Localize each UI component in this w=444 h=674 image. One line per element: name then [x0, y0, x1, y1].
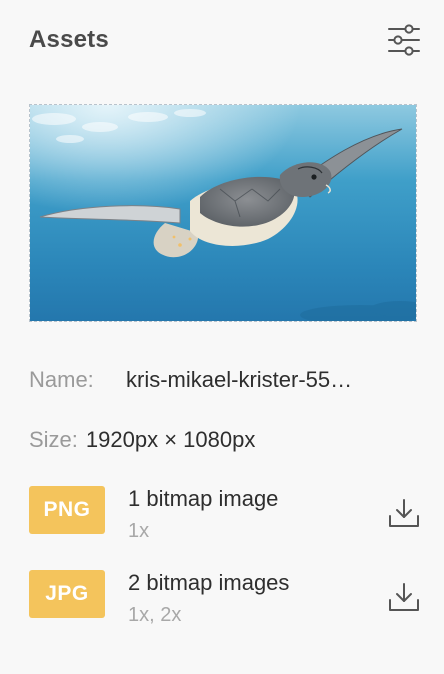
asset-name-row: Name: kris-mikael-krister-55…: [29, 367, 352, 393]
export-scales: 1x, 2x: [128, 604, 182, 626]
settings-button[interactable]: [387, 24, 421, 56]
download-jpg-button[interactable]: [387, 580, 421, 614]
export-title: 2 bitmap images: [128, 570, 290, 595]
asset-size-row: Size: 1920px × 1080px: [29, 427, 255, 453]
assets-panel: Assets Name: kris-mikael-krister-55… Siz…: [0, 0, 444, 674]
format-badge: JPG: [29, 570, 105, 618]
assets-header: Assets: [29, 24, 421, 58]
download-icon: [389, 583, 419, 611]
export-title: 1 bitmap image: [128, 486, 279, 511]
sliders-icon: [388, 24, 420, 56]
export-item-jpg: JPG 2 bitmap images 1x, 2x: [29, 570, 421, 630]
asset-name-value: kris-mikael-krister-55…: [126, 367, 353, 392]
download-icon: [389, 499, 419, 527]
asset-preview[interactable]: [29, 104, 417, 322]
export-scales: 1x: [128, 520, 150, 542]
size-label: Size:: [29, 427, 78, 452]
asset-size-value: 1920px × 1080px: [85, 427, 256, 452]
name-label: Name:: [29, 367, 94, 392]
panel-title: Assets: [29, 26, 109, 53]
export-item-png: PNG 1 bitmap image 1x: [29, 486, 421, 546]
format-badge: PNG: [29, 486, 105, 534]
download-png-button[interactable]: [387, 496, 421, 530]
sea-turtle-image: [30, 105, 416, 321]
